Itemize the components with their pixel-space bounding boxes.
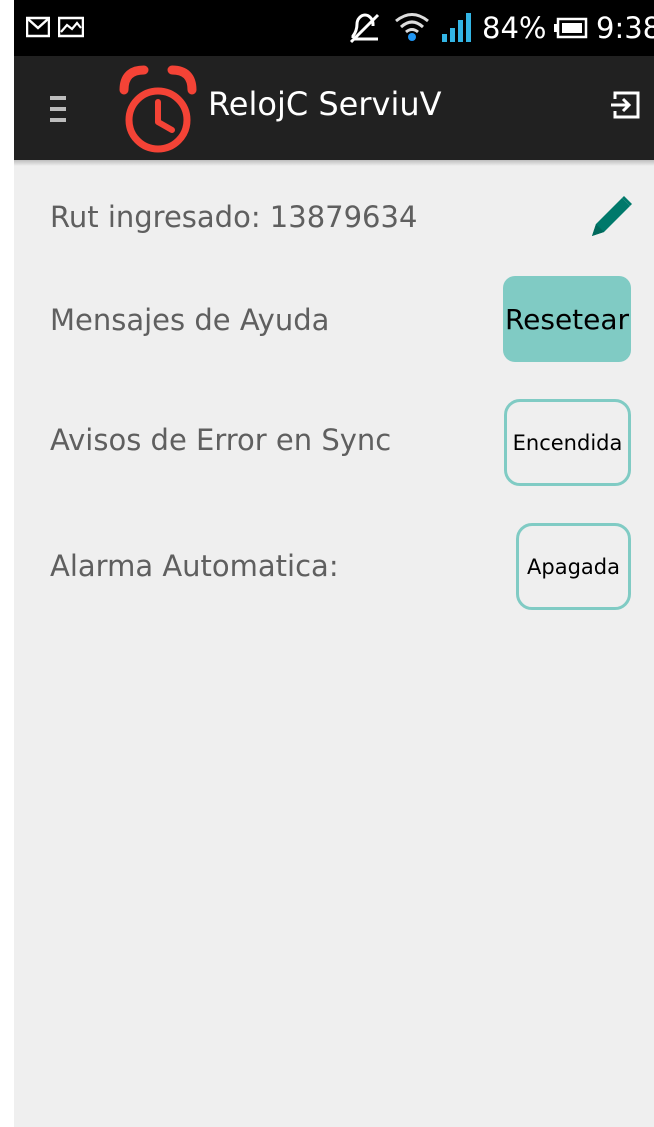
signal-icon	[442, 13, 471, 42]
gallery-icon	[58, 16, 84, 38]
wifi-icon	[395, 13, 429, 41]
auto-alarm-label: Alarma Automatica:	[50, 549, 339, 583]
gmail-icon	[26, 16, 50, 38]
logout-icon[interactable]	[610, 89, 642, 121]
reset-button[interactable]: Resetear	[503, 276, 631, 362]
battery-icon	[554, 17, 588, 39]
help-messages-label: Mensajes de Ayuda	[50, 303, 330, 337]
menu-icon[interactable]	[50, 96, 66, 122]
battery-percent: 84%	[482, 11, 547, 45]
sync-error-label: Avisos de Error en Sync	[50, 423, 392, 457]
sync-error-toggle[interactable]: Encendida	[504, 399, 631, 486]
alarm-clock-icon	[119, 65, 197, 153]
screen: 84% 9:38 RelojC ServiuV Rut ingresado: 1…	[0, 0, 654, 1127]
auto-alarm-toggle[interactable]: Apagada	[516, 523, 631, 610]
status-bar: 84% 9:38	[14, 0, 654, 56]
app-bar-shadow	[14, 160, 654, 166]
app-bar: RelojC ServiuV	[14, 56, 654, 160]
rut-label: Rut ingresado: 13879634	[50, 200, 418, 234]
clock-time: 9:38	[596, 11, 654, 45]
pencil-icon[interactable]	[588, 194, 634, 240]
phone-screen: 84% 9:38 RelojC ServiuV Rut ingresado: 1…	[14, 0, 654, 1127]
app-title: RelojC ServiuV	[208, 85, 442, 123]
mute-icon	[349, 13, 380, 44]
